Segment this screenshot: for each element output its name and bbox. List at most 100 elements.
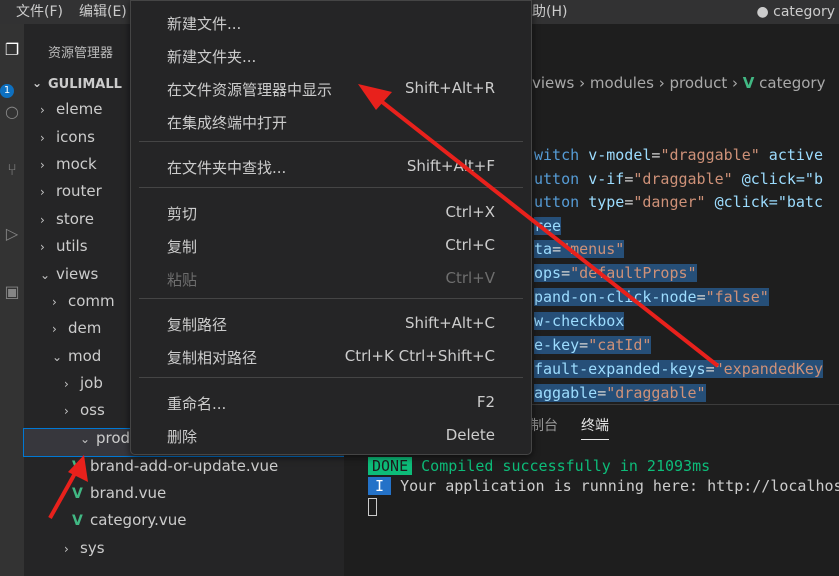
tree-item-label: store — [56, 210, 94, 228]
folder-item[interactable]: › oss — [64, 401, 105, 428]
copy-relative-path-item[interactable]: 复制相对路径 Ctrl+K Ctrl+Shift+C — [131, 341, 531, 371]
code-line: ree — [534, 217, 562, 235]
chevron-right-icon: › — [40, 213, 45, 227]
rename-item[interactable]: 重命名... F2 — [131, 387, 531, 417]
tree-item-label: sys — [80, 539, 105, 557]
chevron-down-icon: ⌄ — [32, 76, 43, 90]
code-token: = — [579, 336, 589, 354]
folder-item[interactable]: › comm — [52, 292, 115, 319]
run-icon[interactable]: ▷ — [2, 224, 22, 244]
terminal-line-done: DONE Compiled successfully in 21093ms — [368, 457, 710, 475]
menu-item-label: 在文件资源管理器中显示 — [167, 81, 333, 99]
folder-item[interactable]: › icons — [40, 128, 95, 155]
tree-item-label: brand-add-or-update.vue — [90, 457, 279, 475]
folder-item[interactable]: › dem — [52, 319, 101, 346]
tab-debug-console[interactable]: 制台 — [530, 415, 558, 435]
menu-item-label: 新建文件... — [167, 15, 242, 33]
cut-item[interactable]: 剪切 Ctrl+X — [131, 197, 531, 227]
code-token: "draggable" — [606, 384, 706, 402]
breadcrumb-category[interactable]: category — [759, 74, 825, 92]
menu-item-label: 粘贴 — [167, 271, 198, 289]
explorer-title: 资源管理器 — [48, 46, 114, 61]
tree-item-label: job — [80, 374, 103, 392]
terminal-cursor[interactable] — [368, 497, 377, 516]
new-file-item[interactable]: 新建文件... — [131, 7, 531, 37]
menu-item-shortcut: Shift+Alt+F — [406, 157, 495, 175]
tree-item-label: utils — [56, 237, 88, 255]
source-control-icon[interactable]: ⑂ — [2, 160, 22, 180]
breadcrumb-modules[interactable]: modules — [590, 74, 654, 92]
code-token: w-checkbox — [534, 312, 625, 330]
breadcrumb-views[interactable]: views — [532, 74, 574, 92]
menu-file[interactable]: 文件(F) — [8, 0, 71, 24]
breadcrumb-product[interactable]: product — [670, 74, 728, 92]
copy-path-item[interactable]: 复制路径 Shift+Alt+C — [131, 308, 531, 338]
code-token: @click="batc — [705, 193, 823, 211]
folder-item[interactable]: › eleme — [40, 100, 102, 127]
chevron-right-icon: › — [64, 377, 69, 391]
code-line: ta="menus" — [534, 240, 625, 258]
vue-file-icon: V — [72, 486, 83, 502]
folder-item[interactable]: › sys — [64, 539, 105, 566]
menu-item-label: 复制相对路径 — [167, 349, 258, 367]
menu-item-label: 在集成终端中打开 — [167, 114, 288, 132]
code-token: "menus" — [561, 240, 625, 258]
code-token: = — [552, 240, 562, 258]
code-line: fault-expanded-keys="expandedKey — [534, 360, 823, 378]
code-token: ree — [534, 217, 562, 235]
paste-item: 粘贴 Ctrl+V — [131, 263, 531, 293]
tree-item-label: views — [56, 265, 99, 283]
code-token: utton — [534, 170, 589, 188]
chevron-down-icon: ⌄ — [80, 432, 91, 446]
context-menu: 新建文件... 新建文件夹... 在文件资源管理器中显示 Shift+Alt+R 在集成… — [130, 0, 532, 455]
file-item[interactable]: Vbrand.vue — [72, 484, 166, 511]
folder-item[interactable]: › utils — [40, 237, 88, 264]
code-token: = — [624, 170, 634, 188]
chevron-right-icon: › — [64, 404, 69, 418]
menu-item-shortcut: Ctrl+X — [445, 203, 495, 221]
new-folder-item[interactable]: 新建文件夹... — [131, 40, 531, 70]
search-icon[interactable]: ○ — [2, 102, 22, 122]
code-token: = — [696, 288, 706, 306]
window-title: ● category — [756, 4, 835, 20]
code-token: "expandedKey — [714, 360, 823, 378]
file-item[interactable]: Vcategory.vue — [72, 511, 187, 538]
folder-item[interactable]: › router — [40, 182, 102, 209]
chevron-down-icon: ⌄ — [40, 268, 51, 282]
menu-separator — [139, 298, 523, 299]
folder-item[interactable]: › mock — [40, 155, 97, 182]
open-in-terminal-item[interactable]: 在集成终端中打开 — [131, 106, 531, 136]
code-token: v-model — [588, 146, 652, 164]
tree-item-label: icons — [56, 128, 95, 146]
code-line: utton v-if="draggable" @click="b — [534, 170, 823, 188]
file-item[interactable]: Vbrand-add-or-update.vue — [72, 457, 278, 484]
chevron-right-icon: › — [40, 185, 45, 199]
tab-terminal[interactable]: 终端 — [581, 415, 609, 440]
delete-item[interactable]: 删除 Delete — [131, 420, 531, 450]
code-token: pand-on-click-node — [534, 288, 697, 306]
code-token: type — [588, 193, 625, 211]
folder-item[interactable]: › store — [40, 210, 94, 237]
code-token: fault-expanded-keys — [534, 360, 706, 378]
folder-item[interactable]: ⌄ mod — [52, 347, 101, 374]
menu-edit[interactable]: 编辑(E) — [71, 0, 135, 24]
tree-item-label: mock — [56, 155, 97, 173]
folder-item[interactable]: › job — [64, 374, 103, 401]
files-icon[interactable]: ❐ — [2, 40, 22, 60]
find-in-folder-item[interactable]: 在文件夹中查找... Shift+Alt+F — [131, 151, 531, 181]
code-token: ta — [534, 240, 553, 258]
menu-help[interactable]: 助(H) — [532, 0, 567, 24]
menu-item-label: 剪切 — [167, 205, 198, 223]
menu-item-shortcut: Ctrl+V — [445, 269, 495, 287]
menu-separator — [139, 187, 523, 188]
folder-item[interactable]: ⌄ views — [40, 265, 98, 292]
reveal-in-explorer-item[interactable]: 在文件资源管理器中显示 Shift+Alt+R — [131, 73, 531, 103]
copy-item[interactable]: 复制 Ctrl+C — [131, 230, 531, 260]
code-token: "draggable" — [633, 170, 733, 188]
menu-item-shortcut: Ctrl+C — [445, 236, 495, 254]
menu-item-shortcut: Shift+Alt+R — [405, 79, 495, 97]
code-line: w-checkbox — [534, 312, 625, 330]
extensions-icon[interactable]: ▣ — [2, 282, 22, 302]
info-badge: I — [368, 477, 392, 495]
menu-item-shortcut: Shift+Alt+C — [404, 314, 495, 332]
